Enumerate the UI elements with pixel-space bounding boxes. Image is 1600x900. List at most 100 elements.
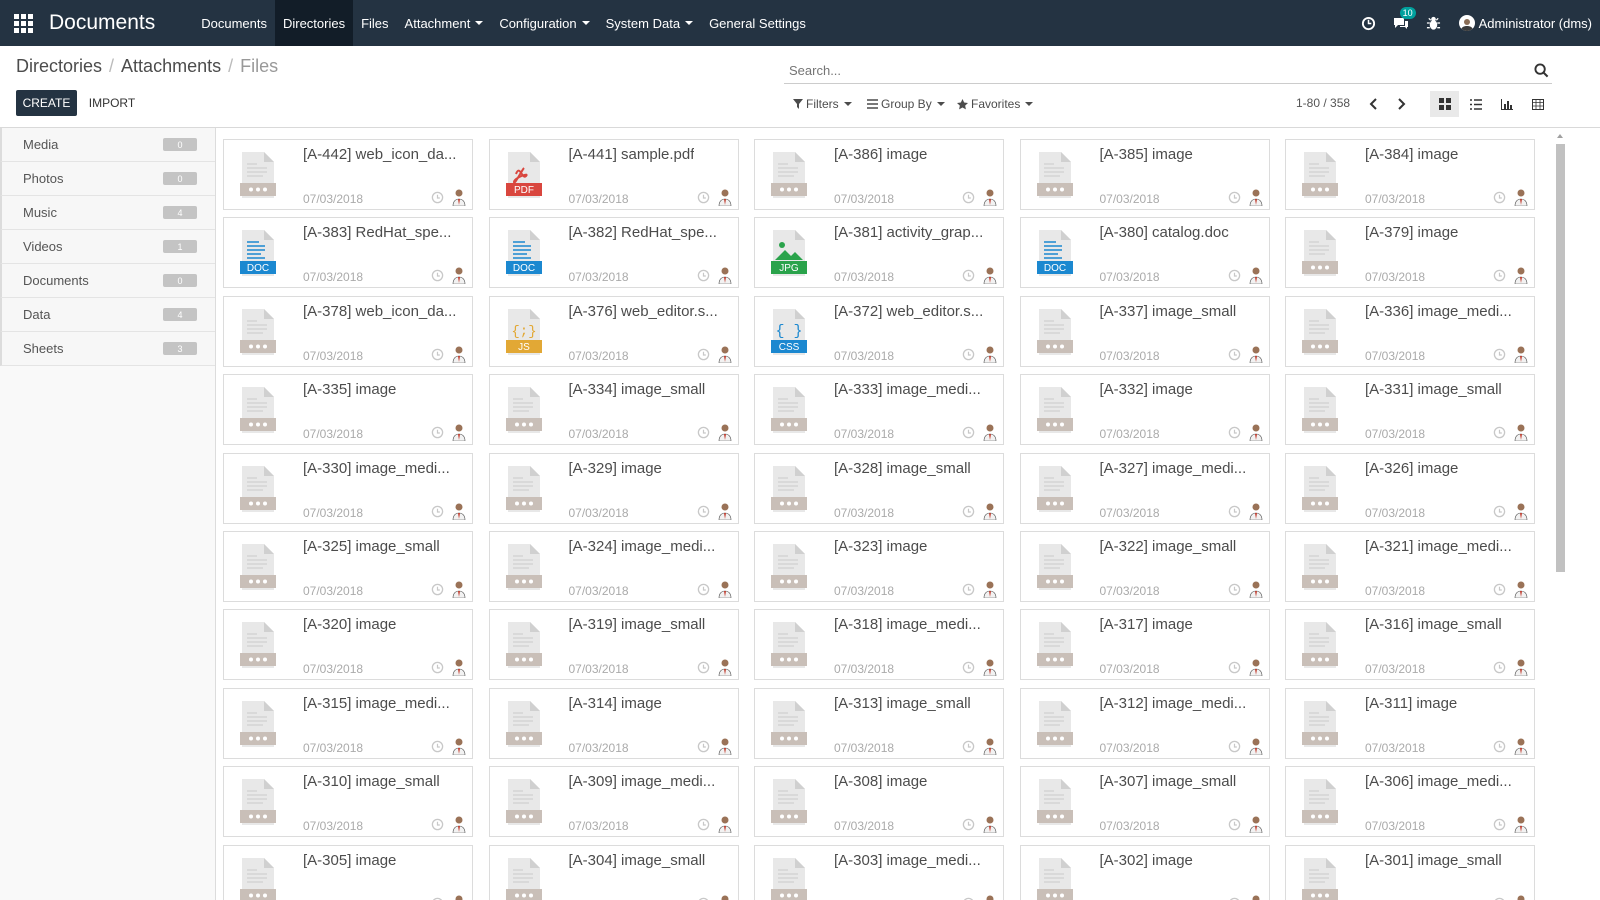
activity-clock-icon[interactable] xyxy=(1493,505,1506,523)
activity-clock-icon[interactable] xyxy=(431,191,444,209)
activity-clock-icon[interactable] xyxy=(697,505,710,523)
list-view-button[interactable] xyxy=(1461,91,1490,117)
activity-clock-icon[interactable] xyxy=(962,583,975,601)
sidebar-item-videos[interactable]: Videos 1 xyxy=(0,230,215,264)
file-card[interactable]: [A-318] image_medi... 07/03/2018 xyxy=(754,609,1004,681)
file-card[interactable]: DOC [A-382] RedHat_spe... 07/03/2018 xyxy=(488,217,739,289)
file-card[interactable]: [A-306] image_medi... 07/03/2018 xyxy=(1285,766,1535,838)
file-card[interactable]: PDF [A-441] sample.pdf 07/03/2018 xyxy=(488,139,739,210)
file-card[interactable]: DOC [A-380] catalog.doc 07/03/2018 xyxy=(1019,217,1270,289)
activity-clock-icon[interactable] xyxy=(1228,661,1241,679)
sidebar-item-data[interactable]: Data 4 xyxy=(0,298,215,332)
file-card[interactable]: [A-302] image xyxy=(1019,844,1270,900)
file-card[interactable]: [A-329] image 07/03/2018 xyxy=(488,452,739,524)
file-card[interactable]: [A-321] image_medi... 07/03/2018 xyxy=(1285,531,1535,602)
activity-clock-icon[interactable] xyxy=(697,818,710,836)
pager-value[interactable]: 1-80 / 358 xyxy=(1296,96,1350,110)
file-card[interactable]: [A-307] image_small 07/03/2018 xyxy=(1019,766,1270,838)
breadcrumb-directories[interactable]: Directories xyxy=(16,56,102,77)
activity-clock-icon[interactable] xyxy=(1228,348,1241,366)
menu-item-directories[interactable]: Directories xyxy=(274,0,354,46)
file-card[interactable]: [A-337] image_small 07/03/2018 xyxy=(1019,295,1270,367)
breadcrumb-attachments[interactable]: Attachments xyxy=(121,56,221,77)
file-card[interactable]: [A-333] image_medi... 07/03/2018 xyxy=(754,374,1004,446)
file-card[interactable]: [A-310] image_small 07/03/2018 xyxy=(223,766,473,838)
activity-clock-icon[interactable] xyxy=(1493,897,1506,900)
sidebar-item-media[interactable]: Media 0 xyxy=(0,128,215,162)
search-input[interactable] xyxy=(784,58,1514,82)
file-card[interactable]: [A-322] image_small 07/03/2018 xyxy=(1019,531,1270,602)
search-icon[interactable] xyxy=(1534,63,1549,83)
activity-clock-icon[interactable] xyxy=(1228,897,1241,900)
debug-button[interactable] xyxy=(1426,15,1441,31)
activity-clock-icon[interactable] xyxy=(1493,740,1506,758)
file-card[interactable]: [A-335] image 07/03/2018 xyxy=(223,374,473,446)
activity-clock-icon[interactable] xyxy=(1493,661,1506,679)
pager-previous-button[interactable] xyxy=(1369,97,1379,115)
file-card[interactable]: { } CSS [A-372] web_editor.s... 07/03/2018 xyxy=(754,295,1004,367)
file-card[interactable]: [A-301] image_small xyxy=(1285,844,1535,900)
file-card[interactable]: JPG [A-381] activity_grap... 07/03/2018 xyxy=(754,217,1004,289)
activity-clock-icon[interactable] xyxy=(1228,269,1241,287)
file-card[interactable]: [A-304] image_small xyxy=(488,844,739,900)
file-card[interactable]: {;} JS [A-376] web_editor.s... 07/03/2018 xyxy=(488,295,739,367)
file-card[interactable]: [A-327] image_medi... 07/03/2018 xyxy=(1019,452,1270,524)
activity-clock-icon[interactable] xyxy=(962,505,975,523)
file-card[interactable]: [A-330] image_medi... 07/03/2018 xyxy=(223,452,473,524)
file-card[interactable]: [A-332] image 07/03/2018 xyxy=(1019,374,1270,446)
activity-clock-icon[interactable] xyxy=(431,661,444,679)
file-card[interactable]: [A-378] web_icon_da... 07/03/2018 xyxy=(223,295,473,367)
vertical-scrollbar[interactable] xyxy=(1552,128,1568,900)
activity-clock-icon[interactable] xyxy=(697,348,710,366)
activity-clock-icon[interactable] xyxy=(1228,818,1241,836)
file-card[interactable]: [A-442] web_icon_da... 07/03/2018 xyxy=(223,139,473,210)
favorites-dropdown[interactable]: Favorites xyxy=(957,97,1034,111)
file-card[interactable]: [A-334] image_small 07/03/2018 xyxy=(488,374,739,446)
activity-clock-icon[interactable] xyxy=(431,897,444,900)
menu-item-documents[interactable]: Documents xyxy=(193,0,275,46)
pager-next-button[interactable] xyxy=(1396,97,1406,115)
group-by-dropdown[interactable]: Group By xyxy=(867,97,945,111)
activity-clock-icon[interactable] xyxy=(431,583,444,601)
file-card[interactable]: [A-385] image 07/03/2018 xyxy=(1019,139,1270,210)
file-card[interactable]: [A-324] image_medi... 07/03/2018 xyxy=(488,531,739,602)
file-card[interactable]: [A-308] image 07/03/2018 xyxy=(754,766,1004,838)
kanban-view-button[interactable] xyxy=(1430,91,1459,117)
activity-clock-icon[interactable] xyxy=(431,505,444,523)
activity-clock-icon[interactable] xyxy=(431,740,444,758)
create-button[interactable]: CREATE xyxy=(16,90,77,116)
file-card[interactable]: [A-315] image_medi... 07/03/2018 xyxy=(223,687,473,759)
sidebar-item-documents[interactable]: Documents 0 xyxy=(0,264,215,298)
menu-item-files[interactable]: Files xyxy=(353,0,396,46)
activity-clock-icon[interactable] xyxy=(697,191,710,209)
activity-clock-icon[interactable] xyxy=(697,661,710,679)
activity-clock-icon[interactable] xyxy=(431,269,444,287)
file-card[interactable]: [A-311] image 07/03/2018 xyxy=(1285,687,1535,759)
file-card[interactable]: [A-317] image 07/03/2018 xyxy=(1019,609,1270,681)
menu-item-configuration[interactable]: Configuration xyxy=(491,0,597,46)
activity-clock-icon[interactable] xyxy=(431,348,444,366)
activity-clock-icon[interactable] xyxy=(962,426,975,444)
file-card[interactable]: [A-379] image 07/03/2018 xyxy=(1285,217,1535,289)
file-card[interactable]: [A-331] image_small 07/03/2018 xyxy=(1285,374,1535,446)
activity-clock-icon[interactable] xyxy=(962,740,975,758)
file-card[interactable]: [A-320] image 07/03/2018 xyxy=(223,609,473,681)
menu-item-attachment[interactable]: Attachment xyxy=(397,0,492,46)
file-card[interactable]: [A-386] image 07/03/2018 xyxy=(754,139,1004,210)
menu-item-system-data[interactable]: System Data xyxy=(598,0,701,46)
activity-clock-icon[interactable] xyxy=(962,348,975,366)
file-card[interactable]: [A-313] image_small 07/03/2018 xyxy=(754,687,1004,759)
activity-clock-icon[interactable] xyxy=(1493,269,1506,287)
activity-clock-icon[interactable] xyxy=(431,426,444,444)
activity-clock-icon[interactable] xyxy=(1493,426,1506,444)
user-menu[interactable]: Administrator (dms) xyxy=(1458,15,1592,31)
activity-clock-icon[interactable] xyxy=(697,426,710,444)
activity-clock-icon[interactable] xyxy=(962,191,975,209)
file-card[interactable]: DOC [A-383] RedHat_spe... 07/03/2018 xyxy=(223,217,473,289)
file-card[interactable]: [A-309] image_medi... 07/03/2018 xyxy=(488,766,739,838)
file-card[interactable]: [A-305] image xyxy=(223,844,473,900)
menu-item-general-settings[interactable]: General Settings xyxy=(701,0,814,46)
file-card[interactable]: [A-384] image 07/03/2018 xyxy=(1285,139,1535,210)
file-card[interactable]: [A-328] image_small 07/03/2018 xyxy=(754,452,1004,524)
file-card[interactable]: [A-316] image_small 07/03/2018 xyxy=(1285,609,1535,681)
